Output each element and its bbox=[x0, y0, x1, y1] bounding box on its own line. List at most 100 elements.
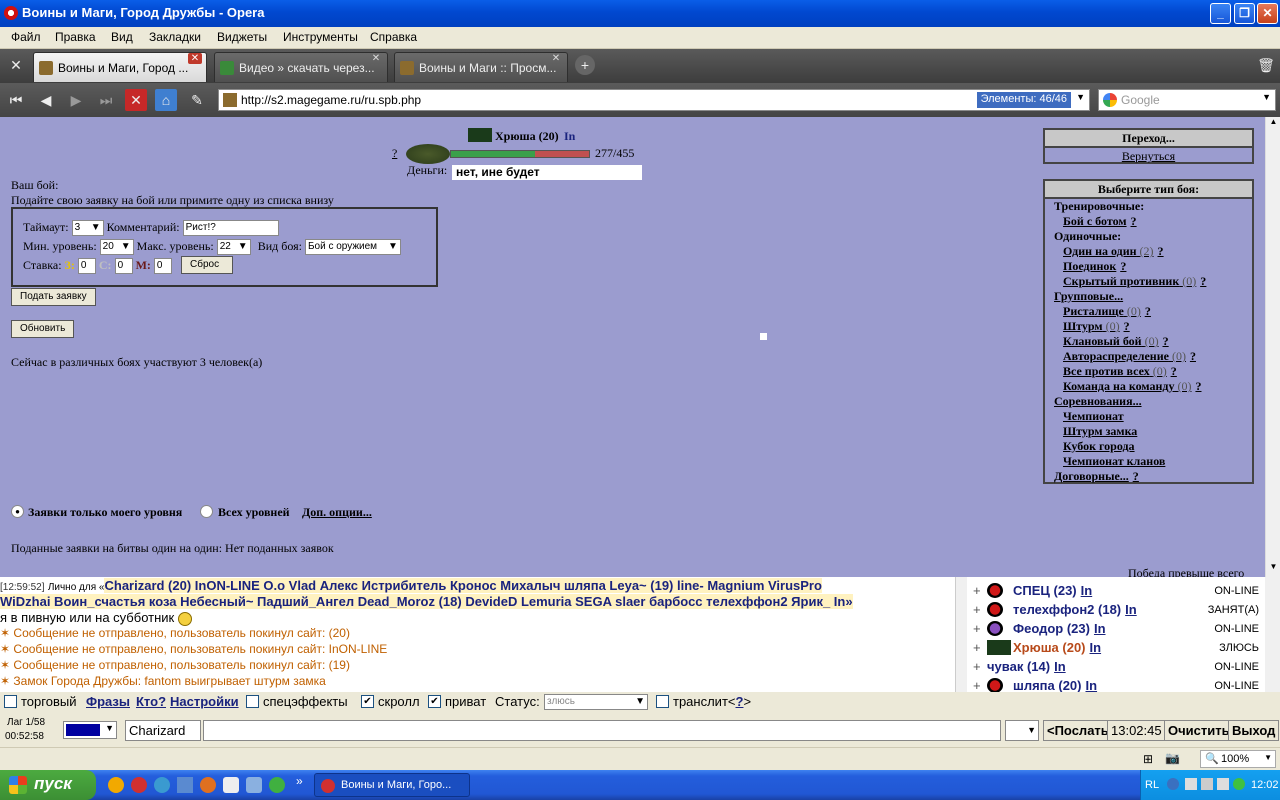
exit-button[interactable]: Выход bbox=[1228, 720, 1280, 741]
plus-icon[interactable]: + bbox=[973, 621, 981, 636]
fast-forward-icon[interactable]: ⏭ bbox=[95, 89, 117, 111]
tab-game[interactable]: Воины и Маги, Город ... ✕ bbox=[33, 52, 207, 82]
address-field[interactable]: http://s2.magegame.ru/ru.spb.php Элемент… bbox=[218, 89, 1090, 111]
extra-options-link[interactable]: Доп. опции... bbox=[302, 505, 372, 520]
group-link[interactable]: Групповые... bbox=[1054, 289, 1123, 304]
effects-checkbox[interactable] bbox=[246, 695, 259, 708]
new-tab-icon[interactable]: + bbox=[575, 55, 595, 75]
network2-icon[interactable] bbox=[1201, 778, 1213, 790]
menu-view[interactable]: Вид bbox=[111, 30, 133, 44]
page-scrollbar[interactable]: ▲ ▼ bbox=[1265, 117, 1280, 577]
menu-bookmarks[interactable]: Закладки bbox=[149, 30, 201, 44]
security-icon[interactable] bbox=[1233, 778, 1245, 790]
comment-input[interactable]: Рист!? bbox=[182, 220, 279, 237]
one-on-one-link[interactable]: Один на один (2)? bbox=[1063, 244, 1164, 259]
chat-recipients-cont[interactable]: WiDzhai Воин_счастья коза Небесный~ Падш… bbox=[0, 594, 853, 609]
refresh-button[interactable]: Обновить bbox=[11, 320, 75, 338]
arena-link[interactable]: Ристалище (0)? bbox=[1063, 304, 1151, 319]
phrases-link[interactable]: Фразы bbox=[86, 694, 130, 709]
files-icon[interactable] bbox=[177, 777, 193, 793]
stop-icon[interactable]: ✕ bbox=[125, 89, 147, 111]
user-row[interactable]: + СПЕЦ (23) In ON-LINE bbox=[967, 582, 1265, 601]
home-icon[interactable]: ⌂ bbox=[155, 89, 177, 111]
private-checkbox[interactable]: ✔ bbox=[428, 695, 441, 708]
contracts-link[interactable]: Договорные...? bbox=[1054, 469, 1139, 484]
radio-all-levels[interactable] bbox=[200, 505, 213, 518]
tab-close-icon[interactable]: ✕ bbox=[549, 53, 563, 64]
tab-video[interactable]: Видео » скачать через... ✕ bbox=[214, 52, 388, 82]
rewind-icon[interactable]: ⏮ bbox=[5, 89, 27, 111]
auto-distribution-link[interactable]: Автораспределение (0)? bbox=[1063, 349, 1196, 364]
send-button[interactable]: <Послать bbox=[1043, 720, 1113, 741]
opera-icon[interactable] bbox=[131, 777, 147, 793]
language-indicator[interactable]: RL bbox=[1145, 779, 1159, 791]
zoom-select[interactable]: 🔍 100% ▼ bbox=[1200, 750, 1276, 768]
ie-icon[interactable] bbox=[154, 777, 170, 793]
minimize-button[interactable]: _ bbox=[1210, 3, 1231, 24]
menu-help[interactable]: Справка bbox=[370, 30, 417, 44]
menu-file[interactable]: Файл bbox=[11, 30, 41, 44]
scroll-checkbox[interactable]: ✔ bbox=[361, 695, 374, 708]
volume-icon[interactable] bbox=[1217, 778, 1229, 790]
user-row[interactable]: + шляпа (20) In ON-LINE bbox=[967, 677, 1265, 692]
tab-close-icon[interactable]: ✕ bbox=[369, 53, 383, 64]
competitions-link[interactable]: Соревнования... bbox=[1054, 394, 1142, 409]
submit-application-button[interactable]: Подать заявку bbox=[11, 288, 96, 306]
taskbar-item-opera[interactable]: Воины и Маги, Горо... bbox=[314, 773, 470, 797]
recipient-field[interactable]: Charizard bbox=[125, 720, 201, 741]
stake-silver-input[interactable]: 0 bbox=[114, 258, 133, 275]
user-row[interactable]: + Феодор (23) In ON-LINE bbox=[967, 620, 1265, 639]
smiles-select[interactable]: ▼ bbox=[1005, 720, 1039, 741]
chevron-down-icon[interactable]: ▼ bbox=[1262, 92, 1271, 102]
menu-edit[interactable]: Правка bbox=[55, 30, 96, 44]
user-row[interactable]: + Хрюша (20) In ЗЛЮСЬ bbox=[967, 639, 1265, 658]
scroll-up-icon[interactable]: ▲ bbox=[1267, 117, 1280, 132]
chevron-right-icon[interactable]: » bbox=[296, 774, 303, 788]
player-info-link[interactable]: ? bbox=[392, 146, 397, 161]
tools-icon[interactable]: ✕ bbox=[5, 54, 27, 76]
plus-icon[interactable]: + bbox=[973, 640, 981, 655]
chrome-icon[interactable] bbox=[108, 777, 124, 793]
user-row[interactable]: + чувак (14) In ON-LINE bbox=[967, 658, 1265, 677]
translit-checkbox[interactable] bbox=[656, 695, 669, 708]
city-cup-link[interactable]: Кубок города bbox=[1063, 439, 1135, 454]
championship-link[interactable]: Чемпионат bbox=[1063, 409, 1124, 424]
status-select[interactable]: злюсь ▼ bbox=[544, 694, 648, 710]
close-button[interactable]: ✕ bbox=[1257, 3, 1278, 24]
app-icon[interactable] bbox=[246, 777, 262, 793]
hidden-opponent-link[interactable]: Скрытый противник (0)? bbox=[1063, 274, 1206, 289]
message-input[interactable] bbox=[203, 720, 1001, 741]
clan-fight-link[interactable]: Клановый бой (0)? bbox=[1063, 334, 1169, 349]
chat-scrollbar[interactable] bbox=[955, 577, 967, 692]
who-link[interactable]: Кто? bbox=[136, 694, 166, 709]
return-link[interactable]: Вернуться bbox=[1045, 149, 1252, 164]
player-in-link[interactable]: In bbox=[564, 129, 575, 144]
color-select[interactable]: ▼ bbox=[63, 721, 117, 739]
chevron-down-icon[interactable]: ▼ bbox=[1076, 92, 1085, 102]
scroll-down-icon[interactable]: ▼ bbox=[1267, 562, 1280, 577]
team-vs-team-link[interactable]: Команда на команду (0)? bbox=[1063, 379, 1201, 394]
castle-assault-link[interactable]: Штурм замка bbox=[1063, 424, 1137, 439]
assault-link[interactable]: Штурм (0)? bbox=[1063, 319, 1130, 334]
tab-forum[interactable]: Воины и Маги :: Просм... ✕ bbox=[394, 52, 568, 82]
user-row[interactable]: + телехффон2 (18) In ЗАНЯТ(А) bbox=[967, 601, 1265, 620]
trade-checkbox[interactable] bbox=[4, 695, 17, 708]
maximize-button[interactable]: ❐ bbox=[1234, 3, 1255, 24]
tab-close-icon[interactable]: ✕ bbox=[188, 53, 202, 64]
timeout-select[interactable]: 3 ▼ bbox=[71, 220, 104, 237]
menu-widgets[interactable]: Виджеты bbox=[217, 30, 267, 44]
stake-copper-input[interactable]: 0 bbox=[153, 258, 172, 275]
settings-link[interactable]: Настройки bbox=[170, 694, 239, 709]
plus-icon[interactable]: + bbox=[973, 678, 981, 692]
clear-button[interactable]: Очистить bbox=[1164, 720, 1234, 741]
plus-icon[interactable]: + bbox=[973, 659, 981, 674]
menu-tools[interactable]: Инструменты bbox=[283, 30, 358, 44]
chat-recipients[interactable]: Charizard (20) InON-LINE O.o Vlad Алекс … bbox=[104, 578, 822, 593]
media-icon[interactable] bbox=[200, 777, 216, 793]
search-input[interactable]: Google ▼ bbox=[1098, 89, 1276, 111]
back-icon[interactable]: ◀ bbox=[35, 89, 57, 111]
users-scrollbar[interactable] bbox=[1265, 577, 1280, 692]
plus-icon[interactable]: + bbox=[973, 602, 981, 617]
icq-icon[interactable] bbox=[269, 777, 285, 793]
min-level-select[interactable]: 20 ▼ bbox=[99, 239, 134, 256]
